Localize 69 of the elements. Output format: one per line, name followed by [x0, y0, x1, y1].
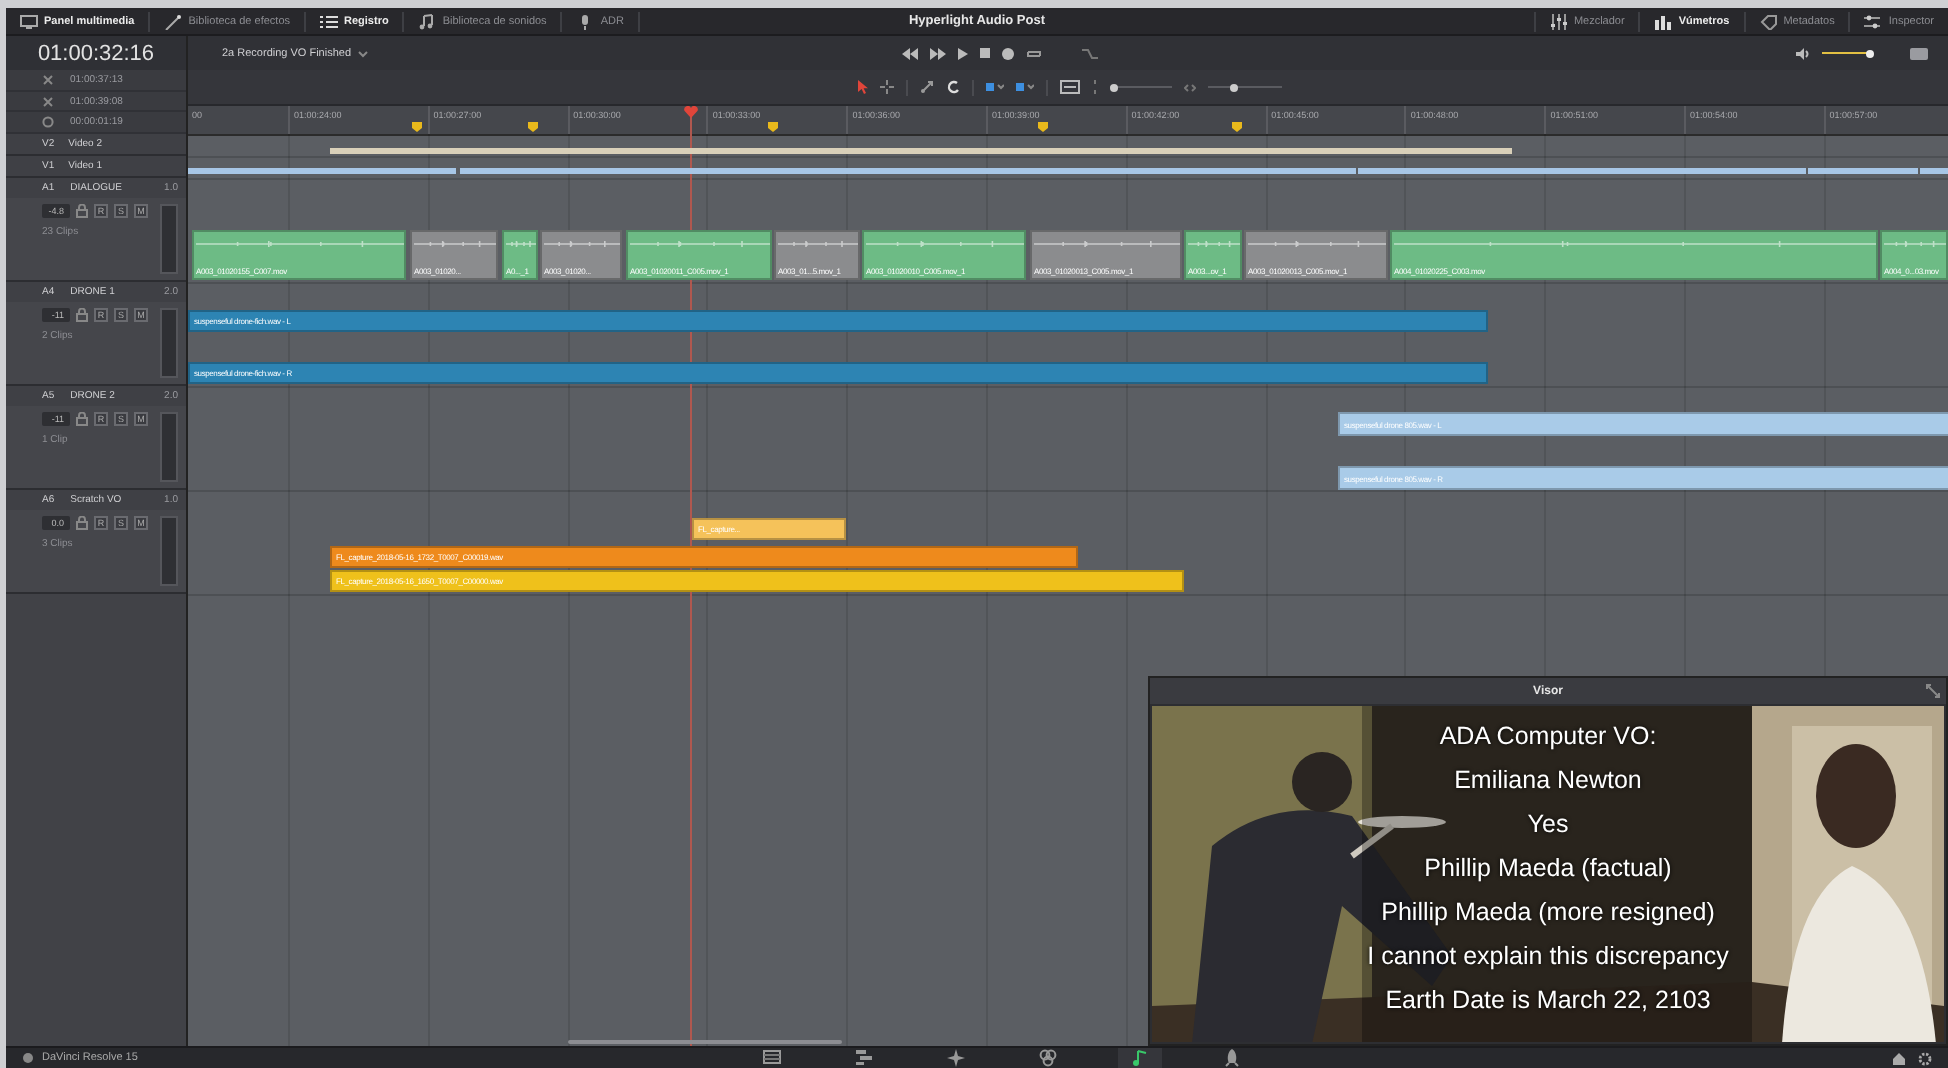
video-clip[interactable]: [460, 168, 1356, 174]
cross-icon: [42, 74, 54, 86]
record-icon[interactable]: [1002, 47, 1014, 59]
logo-icon: [22, 1052, 34, 1064]
lock-icon[interactable]: [76, 412, 88, 426]
play-icon[interactable]: [958, 47, 968, 59]
music-icon[interactable]: [1118, 1048, 1162, 1068]
waveform-drawing: [414, 236, 496, 252]
video-clip[interactable]: [188, 168, 456, 174]
timecode-display: 01:00:32:16: [6, 36, 186, 70]
waveform-drawing: [630, 236, 770, 252]
speaker-icon[interactable]: [1796, 47, 1810, 59]
list-icon[interactable]: [320, 13, 339, 29]
level-meter: [160, 204, 178, 274]
cross-icon: [42, 95, 54, 107]
home-icon[interactable]: [1892, 1051, 1906, 1065]
loop-icon[interactable]: [1026, 47, 1042, 59]
wand-icon[interactable]: [164, 13, 183, 29]
video-clip[interactable]: [330, 148, 1512, 154]
lock-icon[interactable]: [76, 308, 88, 322]
level-meter: [160, 412, 178, 482]
curve-icon[interactable]: [1082, 47, 1098, 59]
waveform-drawing: [778, 236, 858, 252]
pointer-icon[interactable]: [858, 80, 868, 94]
subtitle-line: Phillip Maeda (more resigned): [1381, 896, 1715, 930]
clock-icon: [42, 116, 54, 128]
subtitle-line: I cannot explain this discrepancy: [1367, 940, 1729, 974]
display-button[interactable]: [1910, 47, 1928, 59]
lock-icon[interactable]: [76, 204, 88, 218]
slider-thumb[interactable]: [1229, 83, 1238, 91]
fast-forward-icon[interactable]: [930, 47, 946, 59]
waveform-drawing: [1188, 236, 1240, 252]
video-clip[interactable]: [1358, 168, 1806, 174]
rewind-icon[interactable]: [902, 47, 918, 59]
scrollbar[interactable]: [568, 1040, 842, 1044]
settings-icon[interactable]: [1918, 1051, 1932, 1065]
waveform-drawing: [544, 236, 620, 252]
subtitle-line: Phillip Maeda (factual): [1424, 852, 1672, 886]
sliders-icon[interactable]: [1864, 13, 1883, 29]
waveform-drawing: [1248, 236, 1386, 252]
slider-thumb[interactable]: [1109, 83, 1118, 91]
level-meter: [160, 516, 178, 586]
video-clip[interactable]: [1808, 168, 1918, 174]
lock-icon[interactable]: [76, 516, 88, 530]
waveform-drawing: [506, 236, 536, 252]
level-meter: [160, 308, 178, 378]
subtitle-line: Yes: [1527, 808, 1569, 842]
flag-icon[interactable]: [986, 82, 1004, 92]
monitor-icon[interactable]: [20, 13, 38, 29]
expand-icon[interactable]: [1926, 684, 1940, 698]
tag-icon[interactable]: [1759, 13, 1778, 29]
link-icon[interactable]: [946, 80, 960, 94]
music-icon[interactable]: [418, 13, 437, 29]
zoom-slider[interactable]: [1110, 82, 1172, 92]
crosshair-icon[interactable]: [880, 80, 894, 94]
volume-slider[interactable]: [1822, 48, 1870, 58]
caret-icon[interactable]: [357, 49, 368, 57]
marker-color-icon[interactable]: [1016, 82, 1034, 92]
subtitle-line: ADA Computer VO:: [1439, 720, 1657, 754]
razor-icon[interactable]: [920, 80, 934, 94]
updown-icon[interactable]: [1092, 80, 1098, 94]
sliders-icon[interactable]: [1549, 13, 1568, 29]
subtitle-line: Earth Date is March 22, 2103: [1385, 984, 1711, 1018]
subtitle-line: Emiliana Newton: [1454, 764, 1642, 798]
bar-chart-icon[interactable]: [1654, 13, 1673, 29]
arrows-icon[interactable]: [1184, 83, 1196, 91]
waveform-drawing: [1884, 236, 1946, 252]
zoom-view-icon[interactable]: [1060, 80, 1080, 94]
slider-thumb[interactable]: [1866, 49, 1874, 57]
